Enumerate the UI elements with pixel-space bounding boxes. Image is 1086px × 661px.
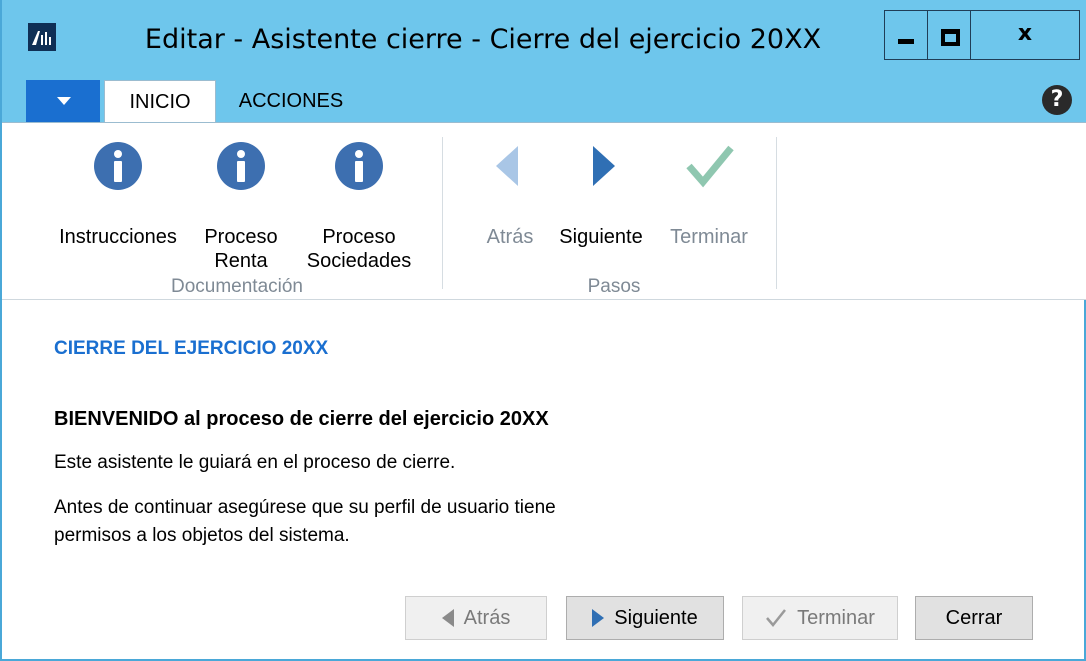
instrucciones-label: Instrucciones bbox=[59, 226, 177, 248]
back-button[interactable]: Atrás bbox=[405, 596, 547, 640]
permissions-line2: permisos a los objetos del sistema. bbox=[54, 525, 350, 546]
window-title: Editar - Asistente cierre - Cierre del e… bbox=[144, 24, 822, 55]
minimize-button[interactable] bbox=[884, 10, 928, 60]
maximize-icon bbox=[941, 29, 960, 46]
ribbon-atras-button[interactable]: Atrás bbox=[468, 142, 552, 249]
ribbon-separator bbox=[776, 137, 777, 289]
permissions-text: Antes de continuar asegúrese que su perf… bbox=[54, 494, 754, 550]
arrow-left-icon bbox=[441, 609, 454, 627]
close-button-label: Cerrar bbox=[945, 606, 1003, 629]
proceso-renta-button[interactable]: Proceso Renta bbox=[195, 142, 287, 273]
group-label-documentacion: Documentación bbox=[170, 276, 304, 297]
arrow-right-icon bbox=[593, 146, 615, 186]
next-button[interactable]: Siguiente bbox=[566, 596, 724, 640]
arrow-right-icon bbox=[592, 609, 605, 627]
ribbon-siguiente-label: Siguiente bbox=[559, 226, 643, 248]
checkmark-icon bbox=[686, 145, 734, 188]
intro-text: Este asistente le guiará en el proceso d… bbox=[54, 452, 456, 473]
finish-button[interactable]: Terminar bbox=[742, 596, 898, 640]
close-window-button[interactable]: x bbox=[970, 10, 1080, 60]
ribbon-atras-label: Atrás bbox=[486, 226, 534, 248]
arrow-left-icon bbox=[496, 146, 518, 186]
app-menu-button[interactable] bbox=[26, 80, 100, 122]
finish-button-label: Terminar bbox=[797, 606, 875, 629]
info-icon bbox=[94, 142, 142, 190]
ribbon: Instrucciones Proceso Renta Proceso Soci… bbox=[2, 122, 1086, 300]
maximize-button[interactable] bbox=[927, 10, 971, 60]
back-button-label: Atrás bbox=[463, 606, 511, 629]
ribbon-separator bbox=[442, 137, 443, 289]
instrucciones-button[interactable]: Instrucciones bbox=[47, 142, 189, 249]
info-icon bbox=[217, 142, 265, 190]
help-icon[interactable]: ? bbox=[1042, 85, 1072, 115]
tab-acciones[interactable]: ACCIONES bbox=[226, 80, 356, 122]
checkmark-icon bbox=[766, 609, 787, 627]
proceso-renta-label-line2: Renta bbox=[214, 250, 268, 272]
ribbon-tabs: INICIO ACCIONES ? bbox=[2, 78, 1086, 122]
next-button-label: Siguiente bbox=[614, 606, 698, 629]
ribbon-terminar-button[interactable]: Terminar bbox=[656, 142, 762, 249]
title-bar: Editar - Asistente cierre - Cierre del e… bbox=[2, 0, 1086, 78]
close-icon: x bbox=[1017, 21, 1033, 46]
group-label-pasos: Pasos bbox=[587, 276, 641, 297]
proceso-sociedades-label-line2: Sociedades bbox=[306, 250, 412, 272]
proceso-sociedades-button[interactable]: Proceso Sociedades bbox=[297, 142, 421, 273]
minimize-icon bbox=[898, 39, 914, 44]
ribbon-terminar-label: Terminar bbox=[670, 226, 748, 248]
permissions-line1: Antes de continuar asegúrese que su perf… bbox=[54, 497, 556, 518]
chevron-down-icon bbox=[57, 97, 71, 105]
tab-inicio[interactable]: INICIO bbox=[104, 80, 216, 122]
info-icon bbox=[335, 142, 383, 190]
close-button[interactable]: Cerrar bbox=[915, 596, 1033, 640]
proceso-sociedades-label-line1: Proceso bbox=[322, 226, 396, 248]
page-heading: CIERRE DEL EJERCICIO 20XX bbox=[54, 338, 329, 359]
wizard-window: Editar - Asistente cierre - Cierre del e… bbox=[0, 0, 1086, 661]
proceso-renta-label-line1: Proceso bbox=[204, 226, 278, 248]
ribbon-siguiente-button[interactable]: Siguiente bbox=[548, 142, 654, 249]
welcome-title: BIENVENIDO al proceso de cierre del ejer… bbox=[54, 408, 549, 430]
